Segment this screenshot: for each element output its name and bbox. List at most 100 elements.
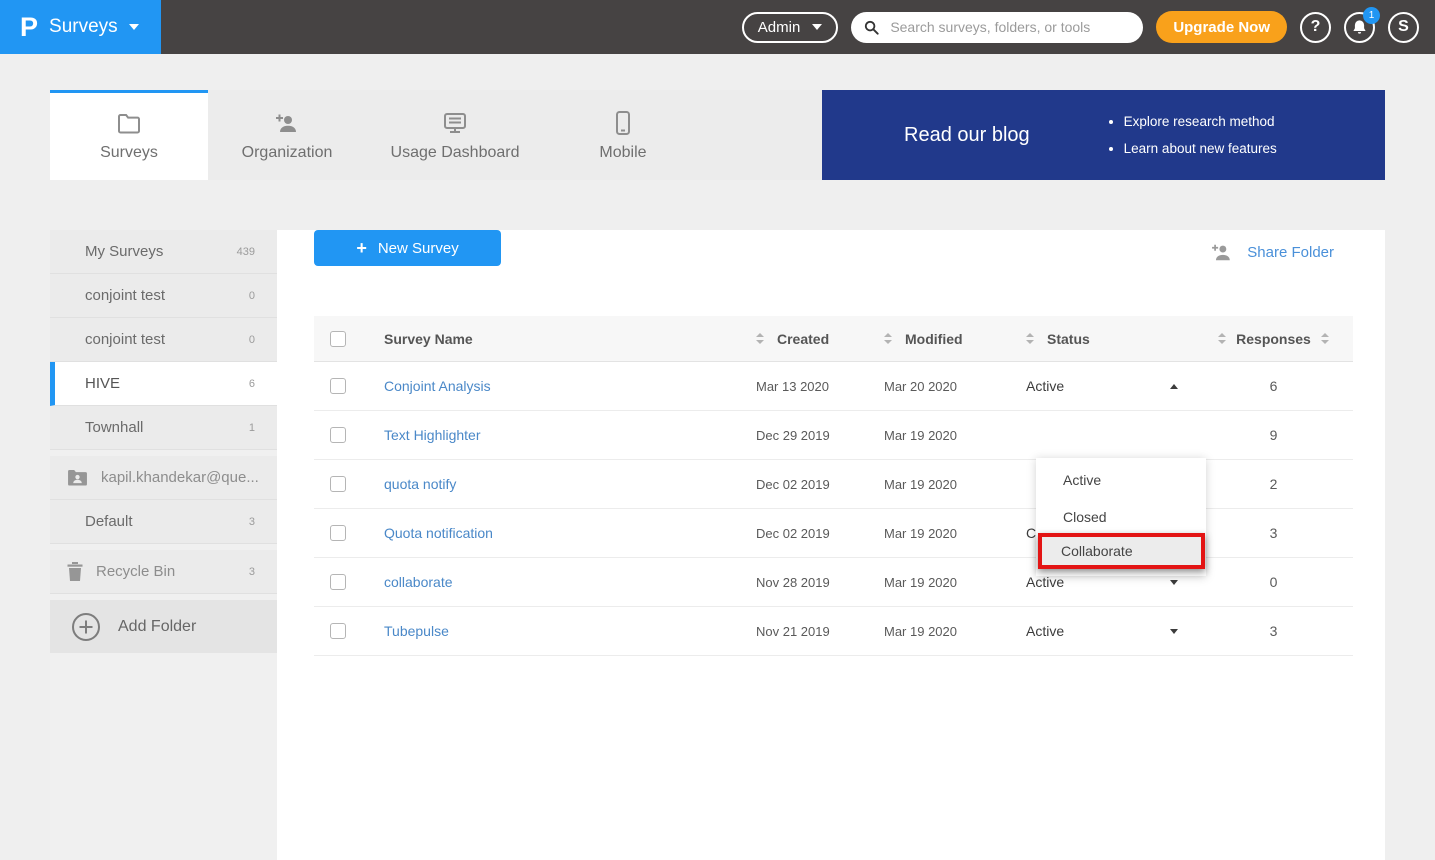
banner-bullet-list: Explore research method Learn about new … <box>1102 108 1277 162</box>
sidebar-item-default[interactable]: Default 3 <box>50 500 277 544</box>
select-all-checkbox[interactable] <box>330 331 346 347</box>
sidebar-item-townhall[interactable]: Townhall 1 <box>50 406 277 450</box>
sidebar-item-recycle-bin[interactable]: Recycle Bin 3 <box>50 550 277 594</box>
responses-count: 3 <box>1194 623 1353 639</box>
survey-link[interactable]: Conjoint Analysis <box>384 378 491 394</box>
folder-count: 0 <box>249 334 255 346</box>
survey-link[interactable]: collaborate <box>384 574 453 590</box>
dropdown-option-active[interactable]: Active <box>1036 461 1206 498</box>
survey-link[interactable]: Tubepulse <box>384 623 449 639</box>
sidebar-item-conjoint-test-1[interactable]: conjoint test 0 <box>50 274 277 318</box>
mobile-phone-icon <box>615 111 631 135</box>
status-value: Active <box>1026 574 1064 590</box>
sort-icon[interactable] <box>1321 333 1329 344</box>
tab-mobile[interactable]: Mobile <box>544 90 702 180</box>
tab-usage-dashboard[interactable]: Usage Dashboard <box>366 90 544 180</box>
responses-count: 2 <box>1194 476 1353 492</box>
folder-count: 3 <box>249 516 255 528</box>
status-value: Active <box>1026 623 1064 639</box>
row-checkbox[interactable] <box>330 623 346 639</box>
folder-label: HIVE <box>85 375 120 392</box>
responses-count: 3 <box>1194 525 1353 541</box>
header-status[interactable]: Status <box>1026 331 1194 347</box>
caret-down-icon <box>1170 629 1178 634</box>
header-created[interactable]: Created <box>756 331 884 347</box>
app-name: Surveys <box>49 16 118 38</box>
sort-icon[interactable] <box>1218 333 1226 344</box>
tab-organization[interactable]: Organization <box>208 90 366 180</box>
main-card: My Surveys 439 conjoint test 0 conjoint … <box>50 230 1385 860</box>
tab-label: Mobile <box>599 144 646 162</box>
caret-up-icon <box>1170 384 1178 389</box>
tab-surveys[interactable]: Surveys <box>50 90 208 180</box>
sort-icon[interactable] <box>884 333 892 344</box>
tab-label: Surveys <box>100 144 158 162</box>
row-checkbox[interactable] <box>330 427 346 443</box>
table-row: Tubepulse Nov 21 2019 Mar 19 2020 Active… <box>314 607 1353 656</box>
new-survey-button[interactable]: + New Survey <box>314 230 501 266</box>
sidebar-item-my-surveys[interactable]: My Surveys 439 <box>50 230 277 274</box>
notifications-button[interactable]: 1 <box>1344 12 1375 43</box>
upgrade-now-button[interactable]: Upgrade Now <box>1156 11 1287 43</box>
blog-banner[interactable]: Read our blog Explore research method Le… <box>822 90 1385 180</box>
row-checkbox[interactable] <box>330 476 346 492</box>
avatar-letter: S <box>1398 18 1409 36</box>
caret-down-icon <box>1170 580 1178 585</box>
sort-icon[interactable] <box>1026 333 1034 344</box>
add-folder-button[interactable]: Add Folder <box>50 600 277 653</box>
status-dropdown-trigger[interactable]: Active <box>1026 623 1194 639</box>
sidebar-item-conjoint-test-2[interactable]: conjoint test 0 <box>50 318 277 362</box>
table-header-row: Survey Name Created Modified Status Resp… <box>314 316 1353 362</box>
survey-link[interactable]: Quota notification <box>384 525 493 541</box>
tab-label: Usage Dashboard <box>391 144 520 162</box>
share-folder-label: Share Folder <box>1247 244 1334 261</box>
admin-menu-label: Admin <box>758 19 801 36</box>
created-date: Nov 28 2019 <box>756 575 884 590</box>
search-icon <box>864 20 879 35</box>
product-switcher[interactable]: P Surveys <box>0 0 161 54</box>
row-checkbox[interactable] <box>330 378 346 394</box>
sort-icon[interactable] <box>756 333 764 344</box>
created-date: Dec 29 2019 <box>756 428 884 443</box>
dropdown-option-closed[interactable]: Closed <box>1036 498 1206 535</box>
dropdown-option-collaborate-highlighted[interactable]: Collaborate <box>1038 533 1205 569</box>
header-modified[interactable]: Modified <box>884 331 1026 347</box>
created-date: Mar 13 2020 <box>756 379 884 394</box>
chevron-down-icon <box>812 24 822 30</box>
status-dropdown-trigger[interactable]: Active <box>1026 378 1194 394</box>
survey-link[interactable]: quota notify <box>384 476 456 492</box>
plus-icon: + <box>356 239 367 257</box>
header-label: Responses <box>1236 331 1311 347</box>
folder-count: 0 <box>249 290 255 302</box>
responses-count: 9 <box>1194 427 1353 443</box>
row-checkbox[interactable] <box>330 525 346 541</box>
admin-menu-button[interactable]: Admin <box>742 12 839 43</box>
global-search <box>851 12 1143 43</box>
plus-circle-icon <box>71 612 101 642</box>
sidebar-item-shared-account[interactable]: kapil.khandekar@que... <box>50 456 277 500</box>
tab-label: Organization <box>242 144 333 162</box>
folder-count: 6 <box>249 378 255 390</box>
modified-date: Mar 19 2020 <box>884 428 1026 443</box>
banner-title: Read our blog <box>904 124 1030 147</box>
created-date: Dec 02 2019 <box>756 477 884 492</box>
responses-count: 0 <box>1194 574 1353 590</box>
folder-label: Recycle Bin <box>96 563 175 580</box>
table-row: Conjoint Analysis Mar 13 2020 Mar 20 202… <box>314 362 1353 411</box>
header-survey-name[interactable]: Survey Name <box>370 331 756 347</box>
account-avatar[interactable]: S <box>1388 12 1419 43</box>
folder-count: 439 <box>237 246 255 258</box>
share-folder-button[interactable]: Share Folder <box>1210 243 1334 262</box>
sidebar-item-hive[interactable]: HIVE 6 <box>50 362 277 406</box>
trash-icon <box>67 562 83 581</box>
folder-content: Share Folder + New Survey Survey Name Cr… <box>277 230 1385 860</box>
table-row: Text Highlighter Dec 29 2019 Mar 19 2020… <box>314 411 1353 460</box>
row-checkbox[interactable] <box>330 574 346 590</box>
folder-label: conjoint test <box>85 331 165 348</box>
sidebar-empty-space <box>50 653 277 860</box>
search-input[interactable] <box>888 18 1130 36</box>
status-dropdown-trigger[interactable]: Active <box>1026 574 1194 590</box>
header-responses[interactable]: Responses <box>1194 331 1353 347</box>
help-button[interactable]: ? <box>1300 12 1331 43</box>
survey-link[interactable]: Text Highlighter <box>384 427 481 443</box>
